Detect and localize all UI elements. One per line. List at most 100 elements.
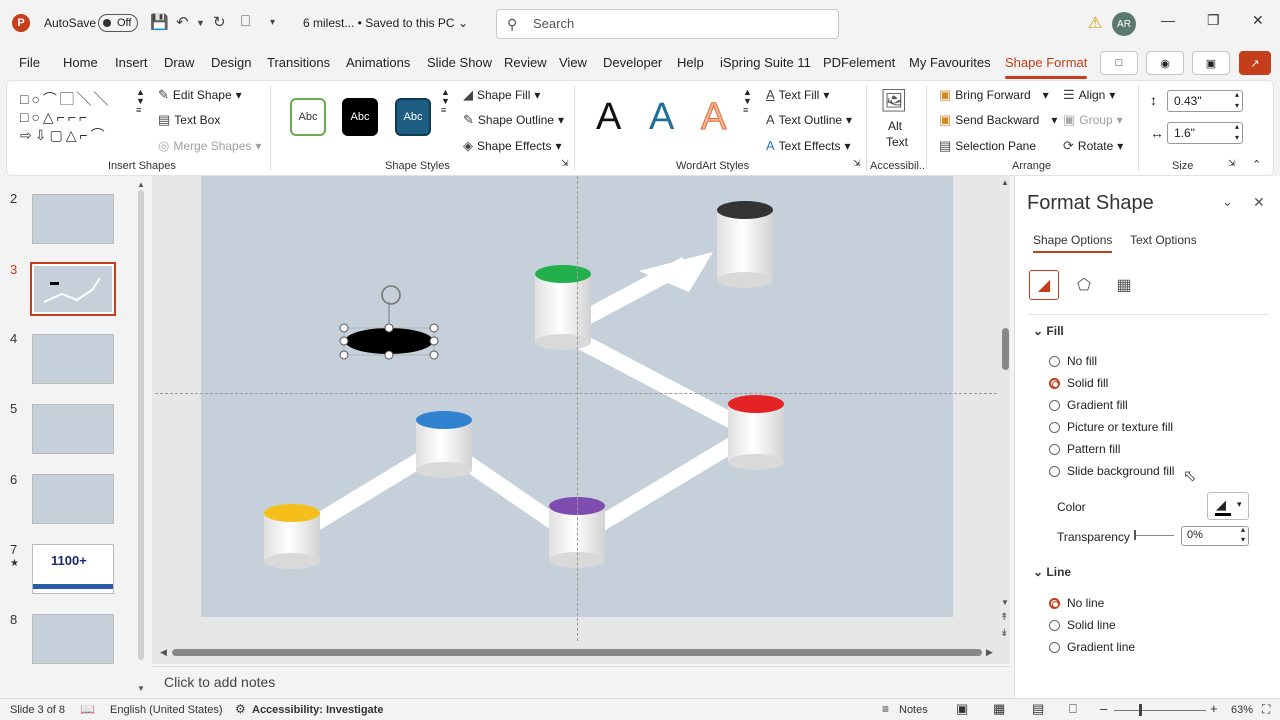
transparency-input[interactable]: 0% ▴ ▾ <box>1181 525 1249 546</box>
shape-outline-button[interactable]: ✎ Shape Outline ▾ <box>463 112 564 128</box>
dialog-launcher-icon[interactable]: ⇲ <box>853 158 861 169</box>
language-indicator[interactable]: English (United States) <box>110 704 223 716</box>
avatar[interactable]: AR <box>1112 12 1136 36</box>
document-title[interactable]: 6 milest... • Saved to this PC ⌄ <box>303 16 468 30</box>
zoom-out-icon[interactable]: – <box>1100 701 1107 716</box>
reading-view-icon[interactable]: ▤ <box>1032 701 1044 717</box>
thumbnail-scrollbar[interactable] <box>138 190 144 660</box>
send-backward-button[interactable]: ▣ Send Backward ▾ <box>939 112 1057 128</box>
selected-oval-shape[interactable] <box>339 285 439 360</box>
transparency-slider-thumb[interactable] <box>1134 530 1136 540</box>
radio-solid-fill[interactable]: Solid fill <box>1049 376 1108 390</box>
customize-toolbar-icon[interactable]: ▾ <box>270 17 275 28</box>
transparency-slider[interactable] <box>1134 535 1174 536</box>
scroll-up-icon[interactable]: ▲ <box>137 180 145 189</box>
zoom-slider[interactable] <box>1114 710 1206 711</box>
milestone-cylinder-blue[interactable] <box>416 411 472 478</box>
share-button[interactable]: ↗ <box>1239 51 1271 75</box>
size-properties-icon[interactable]: ▦ <box>1109 270 1139 300</box>
tab-pdfelement[interactable]: PDFelement <box>823 55 895 70</box>
color-picker-button[interactable]: ◢ ▾ <box>1207 492 1249 520</box>
text-effects-button[interactable]: A Text Effects ▾ <box>766 138 851 153</box>
styles-scroll-icon[interactable]: ▲ ▼ ≡ <box>441 88 450 115</box>
tab-animations[interactable]: Animations <box>346 55 410 70</box>
tab-shape-format[interactable]: Shape Format <box>1005 55 1088 79</box>
shape-width-input[interactable]: 1.6" ▴ ▾ <box>1167 122 1243 144</box>
milestone-cylinder-yellow[interactable] <box>264 504 320 569</box>
tab-shape-options[interactable]: Shape Options <box>1033 233 1113 253</box>
tab-developer[interactable]: Developer <box>603 55 662 70</box>
fit-slide-icon[interactable]: ⛶ <box>1262 702 1270 717</box>
normal-view-icon[interactable]: ▣ <box>956 701 968 717</box>
tab-my-favourites[interactable]: My Favourites <box>909 55 991 70</box>
text-outline-button[interactable]: A Text Outline ▾ <box>766 112 852 127</box>
slide-thumbnail-7[interactable]: 1100+ <box>32 544 114 594</box>
fill-section-header[interactable]: ⌄ Fill <box>1033 324 1064 338</box>
shape-height-input[interactable]: 0.43" ▴ ▾ <box>1167 90 1243 112</box>
milestone-cylinder-red[interactable] <box>728 395 784 470</box>
close-icon[interactable]: ✕ <box>1252 12 1264 29</box>
shape-style-outline-green[interactable]: Abc <box>290 98 326 136</box>
close-pane-icon[interactable]: ✕ <box>1253 194 1265 211</box>
effects-pentagon-icon[interactable]: ⬠ <box>1069 270 1099 300</box>
shape-style-blue[interactable]: Abc <box>395 98 431 136</box>
tab-view[interactable]: View <box>559 55 587 70</box>
autosave-toggle[interactable]: Off <box>98 14 138 32</box>
tab-draw[interactable]: Draw <box>164 55 194 70</box>
zoom-level[interactable]: 63% <box>1231 704 1253 716</box>
present-icon[interactable]: ⎕ <box>241 13 250 30</box>
scroll-down-icon[interactable]: ▼ <box>1001 598 1009 607</box>
scroll-right-icon[interactable]: ▶ <box>986 647 993 658</box>
edit-shape-button[interactable]: ✎ Edit Shape ▾ <box>158 87 242 103</box>
dialog-launcher-icon[interactable]: ⇲ <box>1228 158 1236 169</box>
radio-gradient-fill[interactable]: Gradient fill <box>1049 398 1128 412</box>
radio-picture-fill[interactable]: Picture or texture fill <box>1049 420 1173 434</box>
tab-home[interactable]: Home <box>63 55 98 70</box>
scroll-down-icon[interactable]: ▼ <box>137 684 145 693</box>
warning-icon[interactable]: ⚠ <box>1088 13 1102 33</box>
undo-icon[interactable]: ↶ <box>176 13 189 31</box>
line-section-header[interactable]: ⌄ Line <box>1033 565 1071 579</box>
selection-pane-button[interactable]: ▤ Selection Pane <box>939 138 1036 154</box>
fill-and-line-icon[interactable]: ◢ <box>1029 270 1059 300</box>
teams-button[interactable]: ▣ <box>1192 51 1230 75</box>
merge-shapes-button[interactable]: ◎ Merge Shapes ▾ <box>158 138 261 154</box>
tab-transitions[interactable]: Transitions <box>267 55 330 70</box>
redo-icon[interactable]: ↻ <box>213 13 226 31</box>
restore-icon[interactable]: ❐ <box>1207 12 1220 29</box>
alt-text-label-1[interactable]: Alt <box>888 119 902 133</box>
milestone-cylinder-green[interactable] <box>535 265 591 350</box>
group-button[interactable]: ▣ Group ▾ <box>1063 112 1123 128</box>
tab-slide-show[interactable]: Slide Show <box>427 55 492 70</box>
notes-input[interactable]: Click to add notes <box>152 666 1010 698</box>
spinner-icon[interactable]: ▴ ▾ <box>1235 89 1239 111</box>
align-button[interactable]: ☰ Align ▾ <box>1063 87 1115 103</box>
gallery-scroll-icon[interactable]: ▲ ▼ ≡ <box>136 88 145 115</box>
next-slide-icon[interactable]: ↡ <box>1000 628 1008 639</box>
tab-ispring[interactable]: iSpring Suite 11 <box>720 55 811 70</box>
zoom-in-icon[interactable]: + <box>1210 701 1218 716</box>
slide-thumbnail-2[interactable] <box>32 194 114 244</box>
tab-text-options[interactable]: Text Options <box>1130 233 1197 247</box>
slide-sorter-icon[interactable]: ▦ <box>993 701 1005 717</box>
wordart-blue[interactable]: A <box>649 96 674 139</box>
canvas-vertical-scrollbar[interactable] <box>1002 328 1009 370</box>
tab-file[interactable]: File <box>19 55 40 70</box>
bring-forward-button[interactable]: ▣ Bring Forward ▾ <box>939 87 1049 103</box>
spinner-icon[interactable]: ▴ ▾ <box>1235 121 1239 143</box>
radio-gradient-line[interactable]: Gradient line <box>1049 640 1135 654</box>
record-button[interactable]: ◉ <box>1146 51 1184 75</box>
shape-effects-button[interactable]: ◈ Shape Effects ▾ <box>463 138 562 154</box>
shape-style-black[interactable]: Abc <box>342 98 378 136</box>
wordart-black[interactable]: A <box>596 96 621 139</box>
tab-review[interactable]: Review <box>504 55 547 70</box>
slide-thumbnail-3[interactable] <box>30 262 116 316</box>
radio-no-line[interactable]: No line <box>1049 596 1104 610</box>
accessibility-status[interactable]: Accessibility: Investigate <box>252 704 383 716</box>
slide-thumbnail-6[interactable] <box>32 474 114 524</box>
pane-options-chevron-icon[interactable]: ⌄ <box>1222 194 1233 210</box>
zoom-slider-thumb[interactable] <box>1139 704 1142 716</box>
scroll-up-icon[interactable]: ▲ <box>1001 178 1009 187</box>
save-icon[interactable]: 💾 <box>150 13 169 31</box>
slide-thumbnail-8[interactable] <box>32 614 114 664</box>
